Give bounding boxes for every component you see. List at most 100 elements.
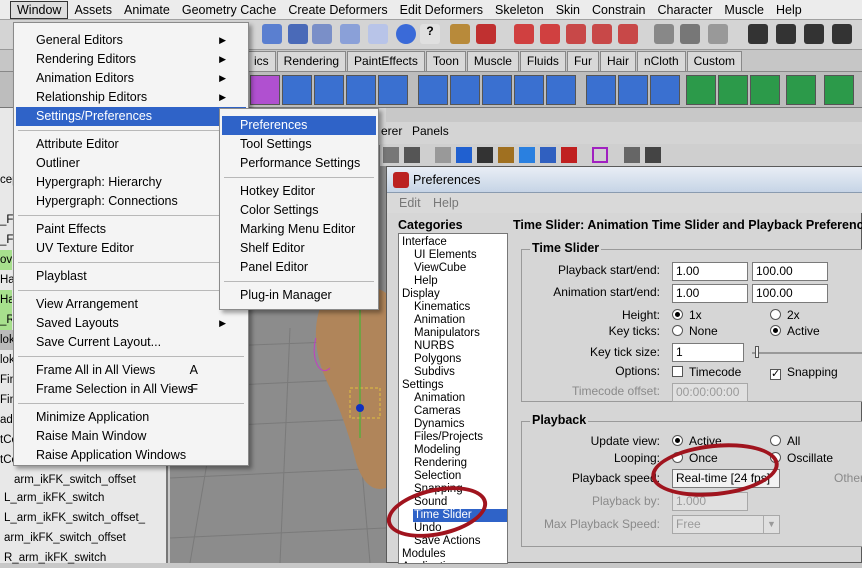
cube-icon[interactable] <box>250 75 280 105</box>
category-item[interactable]: Modeling <box>413 444 507 457</box>
menu-window[interactable]: Window <box>10 0 69 19</box>
category-item[interactable]: Animation <box>413 314 507 327</box>
outliner-row[interactable]: arm_ikFK_switch_offset <box>4 528 164 548</box>
panel-icon[interactable] <box>383 147 399 163</box>
shadow-icon[interactable] <box>540 147 556 163</box>
shelf-tool-icon-10[interactable] <box>586 75 616 105</box>
shelf-tool-icon-14[interactable] <box>718 75 748 105</box>
shelf-tool-icon-1[interactable] <box>282 75 312 105</box>
panel-menu-renderer[interactable]: erer <box>381 124 402 138</box>
shelf-tool-icon-2[interactable] <box>314 75 344 105</box>
ipr-render-icon[interactable] <box>680 24 700 44</box>
category-item[interactable]: NURBS <box>413 340 507 353</box>
snapping-checkbox[interactable]: ✓ Snapping <box>770 365 838 380</box>
shelf-tool-icon-9[interactable] <box>546 75 576 105</box>
category-item[interactable]: Cameras <box>413 405 507 418</box>
category-item[interactable]: Kinematics <box>413 301 507 314</box>
smooth-shade-icon[interactable] <box>456 147 472 163</box>
help-icon[interactable]: ? <box>420 24 440 44</box>
pref-menu-help[interactable]: Help <box>433 196 459 210</box>
shelf-tool-icon-11[interactable] <box>618 75 648 105</box>
menu-item-saved-layouts[interactable]: Saved Layouts ▶ <box>16 314 246 333</box>
slider-handle[interactable] <box>755 346 759 358</box>
submenu-item-panel-editor[interactable]: Panel Editor <box>222 258 376 277</box>
shelf-tool-icon-13[interactable] <box>686 75 716 105</box>
animation-start-field[interactable]: 1.00 <box>672 284 748 303</box>
category-item[interactable]: Interface <box>401 236 507 249</box>
submenu-item-hotkey-editor[interactable]: Hotkey Editor <box>222 182 376 201</box>
menu-item-animation-editors[interactable]: Animation Editors ▶ <box>16 69 246 88</box>
render-settings-icon[interactable] <box>708 24 728 44</box>
outliner-row[interactable]: R_arm_ikFK_switch <box>4 548 164 568</box>
shelf-tab-fluids[interactable]: Fluids <box>519 51 566 71</box>
outliner-row[interactable]: L_arm_ikFK_switch_offset_ <box>4 508 164 528</box>
playback-start-field[interactable]: 1.00 <box>672 262 748 281</box>
shelf-tab-rendering[interactable]: Rendering <box>276 51 347 71</box>
menu-item-general-editors[interactable]: General Editors ▶ <box>16 31 246 50</box>
menu-item-uv-texture-editor[interactable]: UV Texture Editor <box>16 239 246 258</box>
shelf-tool-icon-4[interactable] <box>378 75 408 105</box>
menu-assets[interactable]: Assets <box>68 1 118 19</box>
category-item[interactable]: Modules <box>401 548 507 561</box>
menu-item-attribute-editor[interactable]: Attribute Editor <box>16 135 246 154</box>
submenu-item-tool-settings[interactable]: Tool Settings <box>222 135 376 154</box>
menu-item-minimize-application[interactable]: Minimize Application <box>16 408 246 427</box>
category-item[interactable]: Subdivs <box>413 366 507 379</box>
selection-icon[interactable] <box>476 24 496 44</box>
menu-item-relationship-editors[interactable]: Relationship Editors ▶ <box>16 88 246 107</box>
shelf-tab-muscle[interactable]: Muscle <box>466 51 519 71</box>
menu-geometry-cache[interactable]: Geometry Cache <box>176 1 282 19</box>
shaded-icon[interactable] <box>477 147 493 163</box>
menu-item-playblast[interactable]: Playblast <box>16 267 246 286</box>
category-item[interactable]: Manipulators <box>413 327 507 340</box>
sphere-icon[interactable] <box>396 24 416 44</box>
snap-grid-icon[interactable] <box>262 24 282 44</box>
outliner-row[interactable]: ov <box>0 250 12 270</box>
menu-item-outliner[interactable]: Outliner <box>16 154 246 173</box>
outliner-row[interactable]: arm_ikFK_switch_offset <box>14 470 174 490</box>
shelf-tool-icon-5[interactable] <box>418 75 448 105</box>
submenu-item-shelf-editor[interactable]: Shelf Editor <box>222 239 376 258</box>
camera-icon[interactable] <box>624 147 640 163</box>
panel-menu-panels[interactable]: Panels <box>412 124 449 138</box>
shelf-tab-toon[interactable]: Toon <box>425 51 466 71</box>
shelf-tab-painteffects[interactable]: PaintEffects <box>347 51 425 71</box>
link-icon[interactable] <box>645 147 661 163</box>
wireframe-icon[interactable] <box>435 147 451 163</box>
menu-item-settings-preferences[interactable]: Settings/Preferences▶ <box>16 107 246 126</box>
submenu-item-plugin-manager[interactable]: Plug-in Manager <box>222 286 376 305</box>
key-tick-size-field[interactable]: 1 <box>672 343 744 362</box>
category-item[interactable]: Selection <box>413 470 507 483</box>
menu-item-frame-selection[interactable]: Frame Selection in All Views F <box>16 380 246 399</box>
construction-history-icon[interactable] <box>566 24 586 44</box>
shelf-tool-icon-7[interactable] <box>482 75 512 105</box>
submenu-item-marking-menu-editor[interactable]: Marking Menu Editor <box>222 220 376 239</box>
xray-icon[interactable] <box>561 147 577 163</box>
texture-icon[interactable] <box>498 147 514 163</box>
magnet-off-icon[interactable] <box>618 24 638 44</box>
menu-skin[interactable]: Skin <box>550 1 586 19</box>
menu-item-raise-main-window[interactable]: Raise Main Window <box>16 427 246 446</box>
menu-create-deformers[interactable]: Create Deformers <box>282 1 393 19</box>
snap-curve-icon[interactable] <box>288 24 308 44</box>
keyticks-active-radio[interactable]: Active <box>770 324 820 338</box>
menu-character[interactable]: Character <box>652 1 719 19</box>
shelf-tool-icon-17[interactable] <box>824 75 854 105</box>
category-item[interactable]: Dynamics <box>413 418 507 431</box>
isolate-icon[interactable] <box>592 147 608 163</box>
outliner-row[interactable]: _R <box>0 310 12 330</box>
shelf-tab-ncloth[interactable]: nCloth <box>636 51 686 71</box>
clapper-3-icon[interactable] <box>804 24 824 44</box>
category-item[interactable]: Display <box>401 288 507 301</box>
menu-item-frame-all[interactable]: Frame All in All Views A <box>16 361 246 380</box>
output-ops-icon[interactable] <box>540 24 560 44</box>
shelf-tab-custom[interactable]: Custom <box>686 51 742 71</box>
menu-item-hypergraph-hierarchy[interactable]: Hypergraph: Hierarchy <box>16 173 246 192</box>
height-1x-radio[interactable]: 1x <box>672 308 702 322</box>
keyticks-none-radio[interactable]: None <box>672 324 718 338</box>
menu-help[interactable]: Help <box>770 1 808 19</box>
looping-oscillate-radio[interactable]: Oscillate <box>770 451 833 465</box>
clapper-2-icon[interactable] <box>776 24 796 44</box>
category-item[interactable]: Help <box>413 275 507 288</box>
shelf-tool-icon-3[interactable] <box>346 75 376 105</box>
